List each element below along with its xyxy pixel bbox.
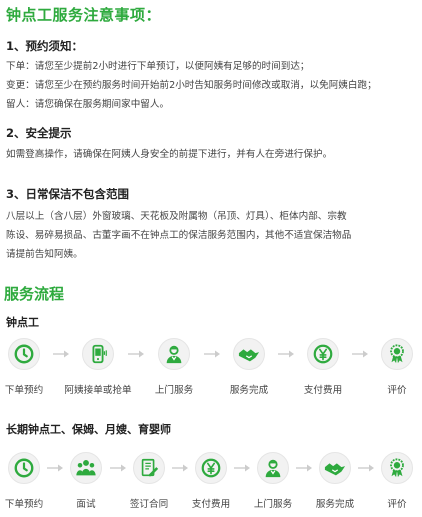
arrow-right-icon bbox=[351, 349, 369, 359]
arrow-right-icon bbox=[171, 463, 189, 473]
hourly-step-label: 评价 bbox=[387, 385, 407, 396]
notice-title: 钟点工服务注意事项： bbox=[6, 6, 162, 24]
arrow-right-icon bbox=[127, 349, 145, 359]
phone-icon bbox=[82, 338, 114, 370]
section-line: 下单：请您至少提前2小时进行下单预订，以便阿姨有足够的时间到达； bbox=[6, 61, 310, 72]
hourly-step-label: 服务完成 bbox=[229, 385, 269, 396]
longterm-step-label: 上门服务 bbox=[253, 499, 293, 510]
hourly-step-label: 上门服务 bbox=[154, 385, 194, 396]
clock-icon bbox=[8, 452, 40, 484]
hourly-flow-title: 钟点工 bbox=[6, 316, 39, 329]
award-icon bbox=[381, 338, 413, 370]
longterm-step-label: 评价 bbox=[387, 499, 407, 510]
hourly-step-label: 阿姨接单或抢单 bbox=[64, 385, 132, 396]
section-heading-safety: 2、安全提示 bbox=[6, 126, 72, 140]
arrow-right-icon bbox=[357, 463, 375, 473]
longterm-flow-title: 长期钟点工、保姆、月嫂、育婴师 bbox=[6, 423, 171, 436]
arrow-right-icon bbox=[233, 463, 251, 473]
section-line: 陈设、易碎易损品、古董字画不在钟点工的保洁服务范围内，其他不适宜保洁物品 bbox=[6, 230, 352, 241]
contract-icon bbox=[133, 452, 165, 484]
section-line: 八层以上（含八层）外窗玻璃、天花板及附属物（吊顶、灯具）、柜体内部、宗教 bbox=[6, 211, 347, 222]
longterm-step-label: 面试 bbox=[76, 499, 96, 510]
yen-icon bbox=[307, 338, 339, 370]
worker-icon bbox=[158, 338, 190, 370]
process-title: 服务流程 bbox=[4, 285, 65, 303]
hourly-step-label: 下单预约 bbox=[4, 385, 44, 396]
arrow-right-icon bbox=[295, 463, 313, 473]
section-heading-booking: 1、预约须知： bbox=[6, 39, 84, 53]
yen-icon bbox=[195, 452, 227, 484]
award-icon bbox=[381, 452, 413, 484]
longterm-step-label: 支付费用 bbox=[191, 499, 231, 510]
hourly-step-label: 支付费用 bbox=[303, 385, 343, 396]
longterm-step-label: 下单预约 bbox=[4, 499, 44, 510]
section-heading-exclusions: 3、日常保洁不包含范围 bbox=[6, 187, 130, 201]
arrow-right-icon bbox=[203, 349, 221, 359]
people-icon bbox=[70, 452, 102, 484]
section-line: 留人：请您确保在服务期间家中留人。 bbox=[6, 99, 170, 110]
clock-icon bbox=[8, 338, 40, 370]
worker-icon bbox=[257, 452, 289, 484]
arrow-right-icon bbox=[277, 349, 295, 359]
section-line: 变更：请您至少在预约服务时间开始前2小时告知服务时间修改或取消，以免阿姨白跑； bbox=[6, 80, 377, 91]
handshake-icon bbox=[319, 452, 351, 484]
section-line: 请提前告知阿姨。 bbox=[6, 249, 83, 260]
arrow-right-icon bbox=[109, 463, 127, 473]
longterm-step-label: 签订合同 bbox=[129, 499, 169, 510]
handshake-icon bbox=[233, 338, 265, 370]
arrow-right-icon bbox=[46, 463, 64, 473]
arrow-right-icon bbox=[52, 349, 70, 359]
longterm-step-label: 服务完成 bbox=[315, 499, 355, 510]
section-line: 如需登高操作，请确保在阿姨人身安全的前提下进行，并有人在旁进行保护。 bbox=[6, 149, 333, 160]
